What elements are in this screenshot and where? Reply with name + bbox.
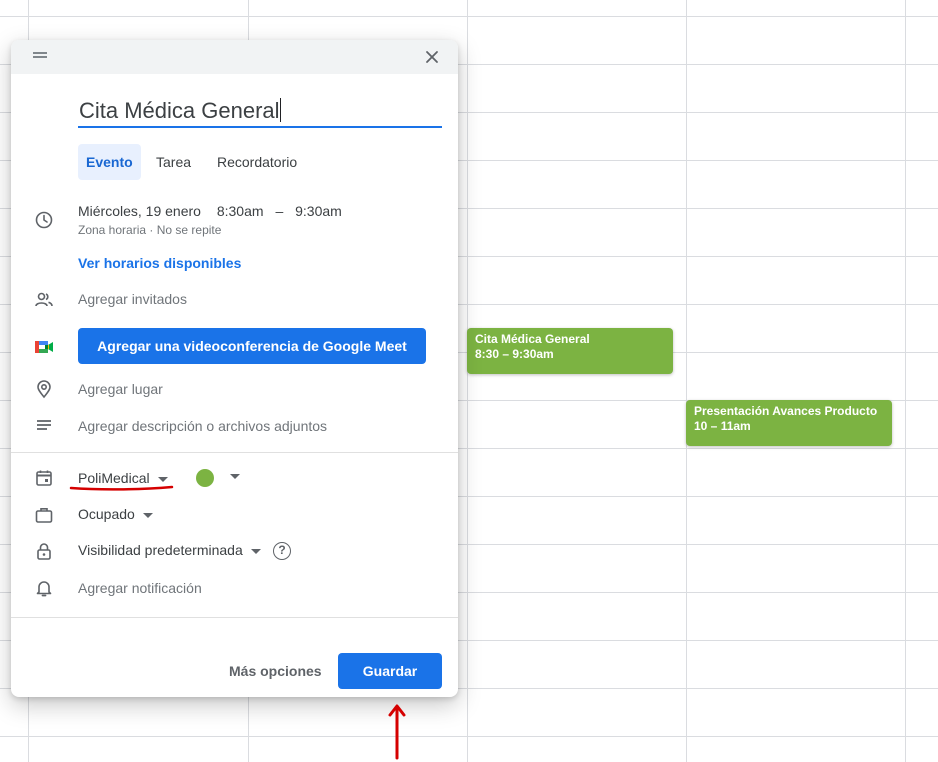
chevron-down-icon <box>250 548 261 554</box>
visibility-select-value: Visibilidad predeterminada <box>78 542 243 558</box>
people-icon <box>34 290 54 310</box>
event-time: 10 – 11am <box>694 419 751 433</box>
description-icon <box>34 416 54 436</box>
event-time: 8:30 – 9:30am <box>475 347 554 361</box>
dialog-header <box>11 40 458 74</box>
add-location-field[interactable]: Agregar lugar <box>78 381 163 397</box>
busy-select-value: Ocupado <box>78 506 135 522</box>
lock-icon <box>34 541 54 561</box>
chevron-down-icon <box>142 512 153 518</box>
grid-column-line <box>905 0 906 762</box>
timezone-link[interactable]: Zona horaria <box>78 223 146 237</box>
datetime-row: Miércoles, 19 enero 8:30am – 9:30am <box>78 203 342 219</box>
find-time-link[interactable]: Ver horarios disponibles <box>78 255 241 271</box>
divider <box>11 617 458 618</box>
red-arrow-up-icon <box>388 704 406 760</box>
chevron-down-icon <box>157 476 168 482</box>
calendar-event-cita-medica[interactable]: Cita Médica General 8:30 – 9:30am <box>467 328 673 374</box>
clock-icon <box>34 210 54 230</box>
timezone-repeat-row: Zona horaria · No se repite <box>78 223 221 237</box>
color-chevron-down-icon[interactable] <box>230 474 240 479</box>
add-guests-field[interactable]: Agregar invitados <box>78 291 187 307</box>
event-title: Cita Médica General <box>475 332 590 346</box>
tab-tarea[interactable]: Tarea <box>148 144 199 180</box>
event-title: Presentación Avances Producto <box>694 404 878 418</box>
bell-icon <box>34 578 54 598</box>
time-separator: – <box>275 203 284 219</box>
end-time-selector[interactable]: 9:30am <box>295 203 342 219</box>
divider <box>11 452 458 453</box>
event-color-swatch[interactable] <box>196 469 214 487</box>
help-icon[interactable]: ? <box>273 542 291 560</box>
more-options-button[interactable]: Más opciones <box>223 653 328 689</box>
red-underline-annotation <box>69 485 174 491</box>
save-button[interactable]: Guardar <box>338 653 442 689</box>
add-description-field[interactable]: Agregar descripción o archivos adjuntos <box>78 418 327 434</box>
grid-column-line <box>686 0 687 762</box>
google-meet-icon <box>34 337 54 357</box>
add-notification-field[interactable]: Agregar notificación <box>78 580 202 596</box>
tab-evento[interactable]: Evento <box>78 144 141 180</box>
location-pin-icon <box>34 379 54 399</box>
repeat-selector[interactable]: No se repite <box>157 223 222 237</box>
add-google-meet-button[interactable]: Agregar una videoconferencia de Google M… <box>78 328 426 364</box>
event-dialog: Cita Médica General Evento Tarea Recorda… <box>11 40 458 697</box>
start-time-selector[interactable]: 8:30am <box>217 203 264 219</box>
close-icon[interactable] <box>421 46 443 68</box>
title-input[interactable]: Cita Médica General <box>78 96 442 128</box>
grid-row-line <box>0 736 938 737</box>
visibility-select[interactable]: Visibilidad predeterminada <box>78 542 261 558</box>
grid-column-line <box>467 0 468 762</box>
calendar-icon <box>34 468 54 488</box>
text-cursor <box>279 98 281 122</box>
busy-select[interactable]: Ocupado <box>78 506 153 522</box>
grid-row-line <box>0 16 938 17</box>
briefcase-icon <box>34 505 54 525</box>
dot-separator: · <box>149 223 154 237</box>
date-selector[interactable]: Miércoles, 19 enero <box>78 203 201 219</box>
title-value: Cita Médica General <box>79 98 280 123</box>
tab-recordatorio[interactable]: Recordatorio <box>209 144 305 180</box>
drag-handle-icon[interactable] <box>33 52 47 60</box>
calendar-event-presentacion[interactable]: Presentación Avances Producto 10 – 11am <box>686 400 892 446</box>
